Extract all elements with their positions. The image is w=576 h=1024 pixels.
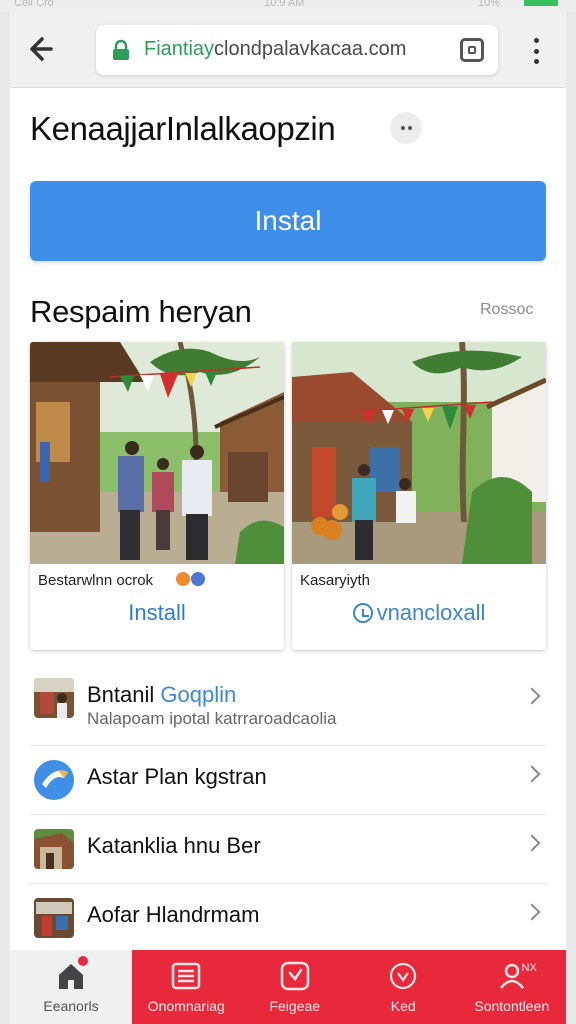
list-item[interactable]: Bntanil Goqplin Nalapoam ipotal katrraro… — [30, 664, 546, 746]
url-path: clondpalavkacaa.com — [214, 38, 407, 60]
nav-label: Sontontleen — [474, 998, 550, 1014]
list-item[interactable]: Katanklia hnu Ber — [30, 815, 546, 884]
tabs-icon — [468, 46, 476, 54]
village-market-image — [292, 342, 546, 564]
card-app-name: Bestarwlnn ocrok — [38, 572, 154, 589]
page-title: KenaajjarInlalkaopzin — [30, 110, 336, 147]
nav-item-categories[interactable]: Onomnariag — [132, 950, 241, 1024]
compass-app-icon — [34, 760, 74, 800]
app-thumbnail-icon — [34, 829, 74, 869]
bottom-navigation: Eeanorls Onomnariag Feigeae Ked NX Sonto… — [10, 950, 566, 1024]
tabs-button[interactable] — [460, 38, 484, 62]
chevron-right-icon — [523, 834, 541, 852]
list-item[interactable]: Astar Plan kgstran — [30, 746, 546, 815]
url-host: Fiantiay — [144, 38, 215, 60]
list-item-title-accent: Goqplin — [160, 682, 237, 707]
section-see-more-link[interactable]: Rossoc — [480, 301, 533, 319]
nav-item-home[interactable]: Eeanorls — [10, 950, 132, 1024]
clock-icon — [280, 961, 309, 991]
nav-item-kid[interactable]: Ked — [349, 950, 458, 1024]
card-badges — [176, 572, 205, 586]
list-item-title: Bntanil Goqplin — [87, 682, 236, 708]
clock-label: 10:9 AM — [264, 0, 305, 9]
shield-icon — [390, 962, 417, 990]
back-arrow-icon — [30, 37, 53, 61]
list-item-subtitle: Nalapoam ipotal katrraroadcaolia — [87, 709, 337, 728]
status-bar: Cell Cro 10:9 AM 10% — [0, 0, 576, 12]
app-thumbnail-icon — [34, 898, 74, 938]
list-item-title: Astar Plan kgstran — [87, 764, 267, 789]
section-title: Respaim heryan — [30, 294, 252, 329]
card-download-button[interactable]: vnancloxall — [292, 600, 546, 626]
menu-dot-icon — [533, 38, 539, 43]
page-content: KenaajjarInlalkaopzin Instal Respaim her… — [10, 88, 566, 950]
dot-icon — [400, 126, 405, 130]
more-options-button[interactable] — [390, 112, 422, 144]
list-item-title: Aofar Hlandrmam — [87, 902, 260, 927]
battery-label: 10% — [478, 0, 501, 9]
village-scene-image — [30, 342, 284, 564]
overflow-menu-button[interactable] — [525, 36, 547, 66]
list-item[interactable]: Aofar Hlandrmam — [30, 884, 546, 953]
browser-toolbar: Fiantiayclondpalavkacaa.com — [10, 12, 566, 88]
nav-item-settings[interactable]: NX Sontontleen — [457, 950, 566, 1024]
app-thumbnail-icon — [34, 678, 74, 718]
download-icon — [352, 603, 373, 623]
card-app-name: Kasaryiyth — [300, 572, 371, 589]
chevron-right-icon — [523, 765, 541, 783]
battery-icon — [524, 0, 558, 6]
app-card[interactable]: Bestarwlnn ocrok Install — [30, 342, 284, 650]
app-card[interactable]: Kasaryiyth vnancloxall — [292, 342, 546, 650]
list-item-title: Katanklia hnu Ber — [87, 833, 261, 858]
chevron-right-icon — [523, 903, 541, 921]
card-download-label: vnancloxall — [376, 600, 486, 625]
nav-label: Feigeae — [269, 998, 321, 1014]
menu-dot-icon — [533, 59, 539, 64]
lock-icon — [113, 39, 129, 60]
list-item-title-main: Bntanil — [87, 682, 155, 707]
app-list: Bntanil Goqplin Nalapoam ipotal katrraro… — [30, 664, 546, 953]
nav-label: Eeanorls — [43, 998, 99, 1014]
address-bar[interactable]: Fiantiayclondpalavkacaa.com — [96, 25, 498, 75]
dot-icon — [407, 126, 412, 130]
nav-extra-label: NX — [521, 962, 537, 974]
install-button[interactable]: Instal — [30, 181, 546, 261]
card-install-button[interactable]: Install — [30, 600, 284, 626]
menu-dot-icon — [533, 48, 539, 54]
url-text[interactable]: Fiantiayclondpalavkacaa.com — [144, 38, 406, 61]
blue-badge-icon — [191, 572, 205, 586]
nav-item-updates[interactable]: Feigeae — [240, 950, 349, 1024]
chevron-right-icon — [523, 687, 541, 705]
carrier-label: Cell Cro — [14, 0, 54, 9]
back-button[interactable] — [26, 34, 62, 64]
orange-badge-icon — [176, 572, 190, 586]
nav-label: Ked — [390, 998, 416, 1014]
notification-dot — [78, 956, 88, 966]
list-icon — [172, 962, 201, 990]
nav-label: Onomnariag — [147, 998, 225, 1014]
